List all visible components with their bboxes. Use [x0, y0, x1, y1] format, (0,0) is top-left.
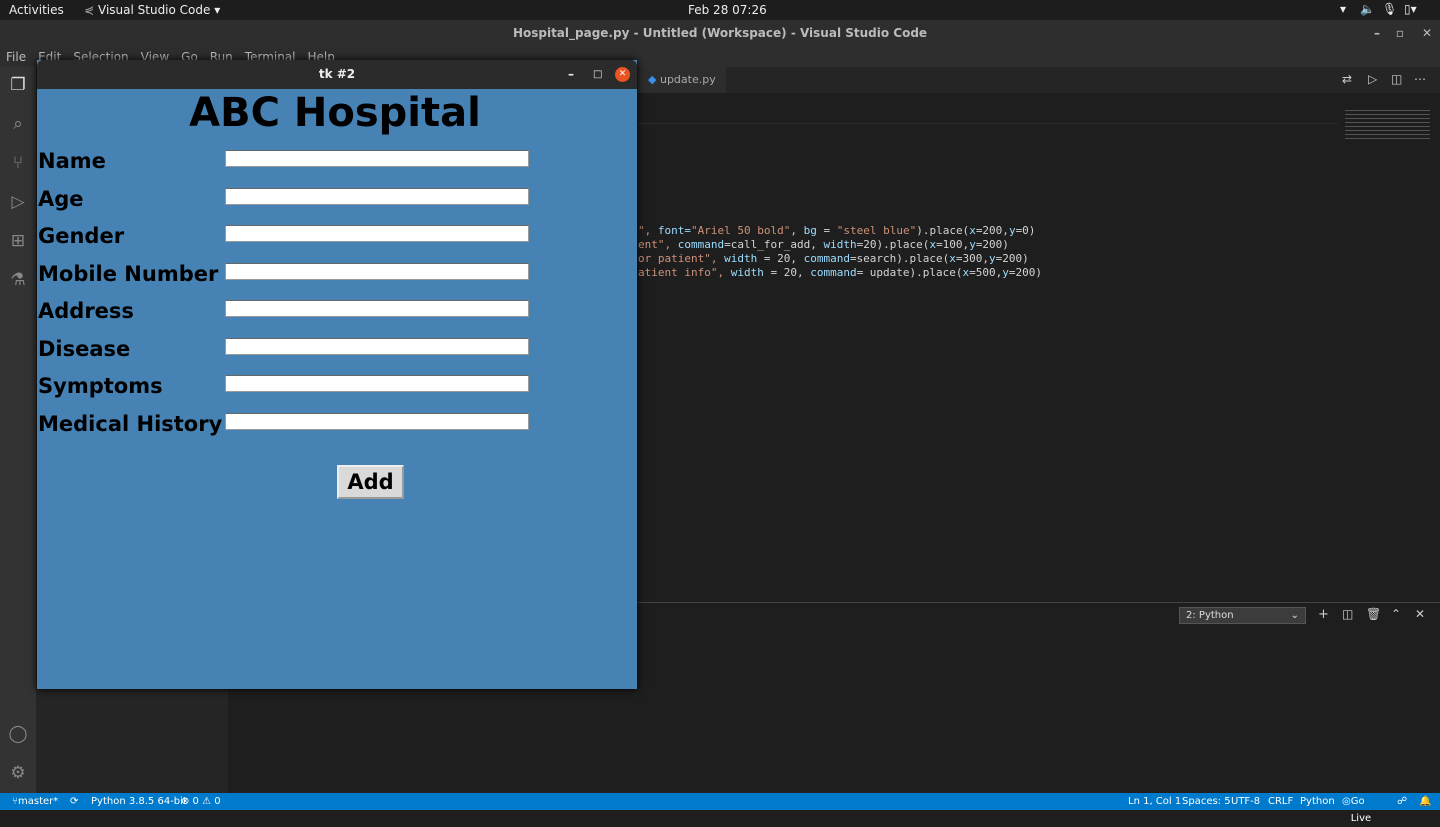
add-button[interactable]: Add: [337, 465, 404, 499]
language-mode[interactable]: Python: [1300, 793, 1335, 810]
code-line: ent", command=call_for_add, width=20).pl…: [638, 238, 1009, 251]
mobile-input[interactable]: [225, 263, 529, 280]
split-terminal-icon[interactable]: ◫: [1342, 607, 1353, 621]
new-terminal-icon[interactable]: +: [1318, 607, 1329, 622]
code-line: ", font="Ariel 50 bold", bg = "steel blu…: [638, 224, 1036, 237]
python-interpreter[interactable]: Python 3.8.5 64-bit: [91, 793, 187, 810]
mobile-label: Mobile Number: [38, 262, 219, 286]
window-title-bar: Hospital_page.py - Untitled (Workspace) …: [0, 20, 1440, 47]
gender-label: Gender: [38, 224, 125, 248]
app-title: ABC Hospital: [189, 90, 481, 136]
more-icon[interactable]: ⋯: [1414, 72, 1426, 86]
menu-file[interactable]: File: [6, 50, 26, 64]
vscode-icon: ⋞: [84, 3, 95, 17]
sync-icon[interactable]: ⟳: [70, 793, 78, 810]
run-debug-icon[interactable]: ▷: [8, 192, 28, 212]
trash-icon[interactable]: 🗑: [1366, 607, 1381, 621]
tab-label: update.py: [659, 73, 716, 86]
compare-icon[interactable]: ⇄: [1342, 72, 1352, 86]
name-label: Name: [38, 149, 106, 173]
disease-input[interactable]: [225, 338, 529, 355]
wifi-icon[interactable]: ▾: [1340, 2, 1346, 16]
code-line: atient info", width = 20, command= updat…: [638, 266, 1043, 279]
battery-icon[interactable]: ▯▾: [1404, 2, 1417, 16]
activity-bar: ❐ ⌕ ⑂ ▷ ⊞ ⚗ ◯ ⚙: [0, 67, 36, 793]
status-bar: ⑂ master* ⟳ Python 3.8.5 64-bit ⊗ 0 ⚠ 0 …: [0, 793, 1440, 824]
mic-icon[interactable]: 🎙: [1382, 2, 1397, 16]
maximize-icon[interactable]: □: [593, 60, 602, 89]
encoding[interactable]: UTF-8: [1231, 793, 1260, 810]
minimize-icon[interactable]: –: [568, 60, 574, 89]
medical-history-input[interactable]: [225, 413, 529, 430]
disease-label: Disease: [38, 337, 131, 361]
minimize-icon[interactable]: –: [1374, 20, 1380, 47]
indentation[interactable]: Spaces: 5: [1182, 793, 1231, 810]
tab-update-py[interactable]: ◆ update.py: [638, 67, 726, 93]
tk-title: tk #2: [318, 67, 356, 81]
volume-icon[interactable]: 🔈: [1360, 2, 1375, 16]
name-input[interactable]: [225, 150, 529, 167]
eol[interactable]: CRLF: [1268, 793, 1293, 810]
code-line: or patient", width = 20, command=search)…: [638, 252, 1029, 265]
source-control-icon[interactable]: ⑂: [8, 153, 28, 173]
clock[interactable]: Feb 28 07:26: [688, 3, 767, 17]
go-live-button[interactable]: ◎ Go Live: [1342, 793, 1371, 824]
tk-title-bar: tk #2 – □ ✕: [37, 60, 637, 89]
address-input[interactable]: [225, 300, 529, 317]
symptoms-label: Symptoms: [38, 374, 163, 398]
explorer-icon[interactable]: ❐: [8, 75, 28, 95]
age-label: Age: [38, 187, 84, 211]
medical-history-label: Medical History: [38, 412, 223, 436]
feedback-icon[interactable]: ☍: [1397, 793, 1407, 810]
minimap[interactable]: [1345, 110, 1430, 140]
cursor-position[interactable]: Ln 1, Col 1: [1128, 793, 1181, 810]
age-input[interactable]: [225, 188, 529, 205]
search-icon[interactable]: ⌕: [8, 114, 28, 134]
chevron-up-icon[interactable]: ⌃: [1391, 607, 1401, 621]
close-icon[interactable]: ✕: [1422, 20, 1432, 47]
window-title: Hospital_page.py - Untitled (Workspace) …: [512, 26, 928, 40]
split-editor-icon[interactable]: ◫: [1391, 72, 1402, 86]
branch-status[interactable]: ⑂ master*: [12, 793, 58, 810]
symptoms-input[interactable]: [225, 375, 529, 392]
account-icon[interactable]: ◯: [8, 724, 28, 744]
testing-icon[interactable]: ⚗: [8, 270, 28, 290]
close-icon[interactable]: ✕: [615, 67, 630, 82]
problems-status[interactable]: ⊗ 0 ⚠ 0: [181, 793, 221, 810]
activities-button[interactable]: Activities: [9, 3, 64, 17]
tk-window: tk #2 – □ ✕ ABC Hospital Name Age Gender…: [37, 60, 637, 689]
system-top-bar: Activities ⋞ Visual Studio Code ▾ Feb 28…: [0, 0, 1440, 20]
app-menu[interactable]: Visual Studio Code ▾: [98, 3, 220, 17]
maximize-icon[interactable]: ▫: [1396, 20, 1404, 47]
python-file-icon: ◆: [648, 73, 660, 86]
terminal-select[interactable]: 2: Python ⌄: [1179, 607, 1306, 624]
gender-input[interactable]: [225, 225, 529, 242]
address-label: Address: [38, 299, 134, 323]
close-panel-icon[interactable]: ✕: [1415, 607, 1425, 621]
gear-icon[interactable]: ⚙: [8, 763, 28, 783]
extensions-icon[interactable]: ⊞: [8, 231, 28, 251]
run-icon[interactable]: ▷: [1368, 72, 1377, 86]
bell-icon[interactable]: 🔔: [1419, 793, 1431, 810]
